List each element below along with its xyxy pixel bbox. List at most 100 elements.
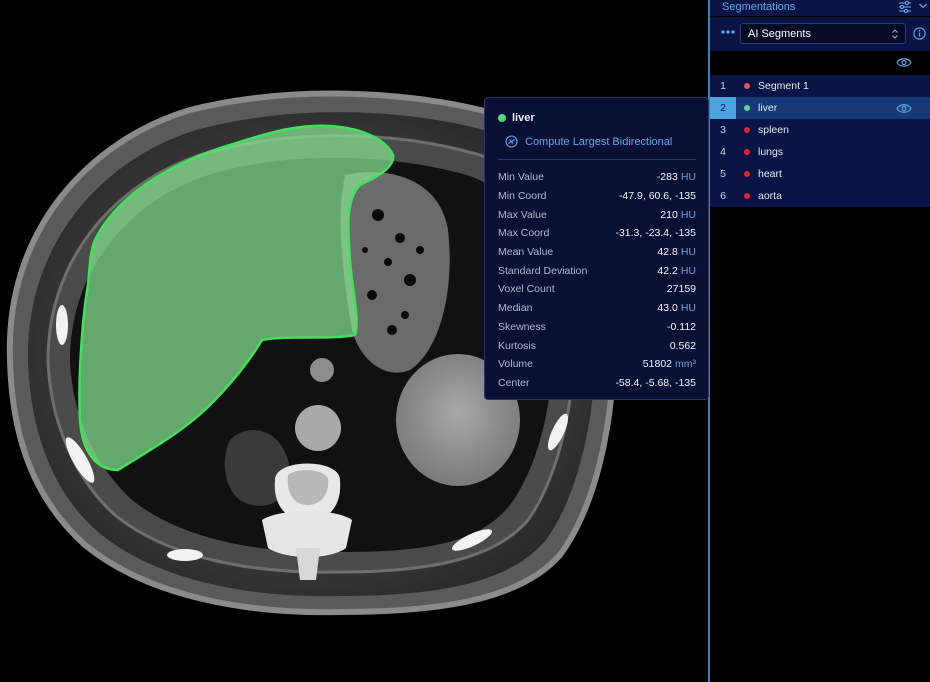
stat-unit: HU: [680, 302, 696, 315]
stat-value: 51802: [642, 358, 672, 371]
stat-unit: HU: [680, 171, 696, 184]
segmentation-select-value: AI Segments: [748, 28, 811, 40]
stat-value-group: 42.2 HU: [657, 265, 696, 277]
stat-value: -31.3, -23.4, -135: [615, 227, 696, 240]
segment-color-dot: [744, 127, 750, 133]
segment-label: aorta: [758, 190, 782, 202]
segmentation-panel: Segmentations AI Segments 1 Segment 1 2 …: [710, 0, 930, 682]
stat-label: Min Value: [498, 171, 544, 184]
segment-row-spleen[interactable]: 3 spleen: [710, 119, 930, 141]
stat-value: -47.9, 60.6, -135: [618, 190, 696, 203]
eye-icon[interactable]: [896, 57, 912, 68]
stats-table: Min Value -283 HU Min Coord -47.9, 60.6, -13…: [498, 168, 696, 392]
filter-icon[interactable]: [898, 0, 912, 14]
segment-list: 1 Segment 1 2 liver 3 spleen 4 lungs 5 heart 6 aort…: [710, 75, 930, 207]
stat-value: 27159: [666, 283, 696, 296]
segment-index: 5: [720, 168, 726, 180]
stat-label: Standard Deviation: [498, 264, 588, 277]
stat-row: Median 43.0 HU: [498, 299, 696, 318]
panel-title: Segmentations: [722, 1, 796, 13]
stat-value: 0.562: [669, 339, 696, 352]
stat-value-group: -58.4, -5.68, -135: [615, 377, 696, 389]
segment-label: spleen: [758, 124, 789, 136]
stat-value-group: 27159: [667, 283, 696, 295]
segment-row-segment-1[interactable]: 1 Segment 1: [710, 75, 930, 97]
stat-unit: HU: [680, 246, 696, 259]
stat-row: Center -58.4, -5.68, -135: [498, 374, 696, 393]
stat-value: -58.4, -5.68, -135: [615, 376, 696, 389]
bidirectional-measure-icon: [505, 135, 518, 148]
segment-label: liver: [758, 102, 778, 114]
panel-header: Segmentations: [710, 0, 930, 16]
stat-row: Max Value 210 HU: [498, 205, 696, 224]
info-icon[interactable]: [913, 27, 926, 40]
stat-row: Standard Deviation 42.2 HU: [498, 261, 696, 280]
segment-label: Segment 1: [758, 80, 809, 92]
stat-value-group: 42.8 HU: [657, 246, 696, 258]
segment-index: 3: [720, 124, 726, 136]
stat-label: Skewness: [498, 320, 546, 333]
segment-color-dot: [744, 149, 750, 155]
stat-value-group: -31.3, -23.4, -135: [615, 227, 696, 239]
stat-label: Min Coord: [498, 190, 547, 203]
stat-unit: mm³: [675, 358, 696, 371]
stats-divider: [498, 159, 696, 160]
segment-index: 4: [720, 146, 726, 158]
stat-row: Voxel Count 27159: [498, 280, 696, 299]
chevron-down-icon[interactable]: [918, 1, 928, 11]
segment-row-liver[interactable]: 2 liver: [710, 97, 930, 119]
segment-statistics-popup: liver Compute Largest Bidirectional Min …: [484, 97, 709, 400]
segment-color-dot: [744, 171, 750, 177]
stat-value: 43.0: [657, 302, 678, 315]
stat-value-group: 51802 mm³: [643, 358, 696, 370]
segment-color-dot: [744, 105, 750, 111]
stat-row: Kurtosis 0.562: [498, 336, 696, 355]
segmentation-select[interactable]: AI Segments: [740, 23, 906, 44]
compute-label: Compute Largest Bidirectional: [525, 135, 673, 148]
compute-largest-bidirectional-button[interactable]: Compute Largest Bidirectional: [505, 135, 672, 148]
stat-label: Max Coord: [498, 227, 550, 240]
more-dots-icon[interactable]: [721, 29, 735, 35]
stat-row: Min Coord -47.9, 60.6, -135: [498, 187, 696, 206]
stat-value-group: 210 HU: [660, 209, 696, 221]
stat-value: 210: [660, 208, 678, 221]
segment-index: 1: [720, 80, 726, 92]
stat-label: Mean Value: [498, 246, 554, 259]
segment-row-heart[interactable]: 5 heart: [710, 163, 930, 185]
stat-unit: HU: [680, 264, 696, 277]
stat-value-group: -283 HU: [657, 171, 696, 183]
stat-value-group: 0.562: [670, 340, 696, 352]
stat-label: Center: [498, 376, 530, 389]
segment-label: lungs: [758, 146, 784, 158]
stat-row: Max Coord -31.3, -23.4, -135: [498, 224, 696, 243]
segment-row-aorta[interactable]: 6 aorta: [710, 185, 930, 207]
stat-value-group: -0.112: [667, 321, 696, 333]
segment-index: 6: [720, 190, 726, 202]
stat-value: -283: [656, 171, 678, 184]
stat-row: Skewness -0.112: [498, 318, 696, 337]
eye-icon[interactable]: [896, 103, 912, 114]
stat-value: 42.8: [657, 246, 678, 259]
stat-value: 42.2: [657, 264, 678, 277]
segment-color-dot: [744, 193, 750, 199]
stats-segment-name: liver: [512, 112, 535, 124]
stat-row: Mean Value 42.8 HU: [498, 243, 696, 262]
stat-row: Volume 51802 mm³: [498, 355, 696, 374]
select-updown-icon: [892, 29, 898, 39]
stat-unit: HU: [680, 208, 696, 221]
stat-label: Voxel Count: [498, 283, 555, 296]
stat-label: Max Value: [498, 208, 547, 221]
segment-color-dot: [744, 83, 750, 89]
stat-value-group: 43.0 HU: [657, 302, 696, 314]
segment-color-dot: [498, 114, 506, 122]
stat-label: Kurtosis: [498, 339, 536, 352]
stats-segment-header: liver: [498, 112, 535, 124]
stat-value: -0.112: [667, 320, 696, 333]
segment-row-lungs[interactable]: 4 lungs: [710, 141, 930, 163]
visibility-header-row: [710, 51, 930, 75]
segment-label: heart: [758, 168, 782, 180]
stat-label: Volume: [498, 358, 534, 371]
stat-label: Median: [498, 302, 533, 315]
segment-index: 2: [710, 97, 736, 119]
segmentation-toolbar: AI Segments: [710, 17, 930, 51]
